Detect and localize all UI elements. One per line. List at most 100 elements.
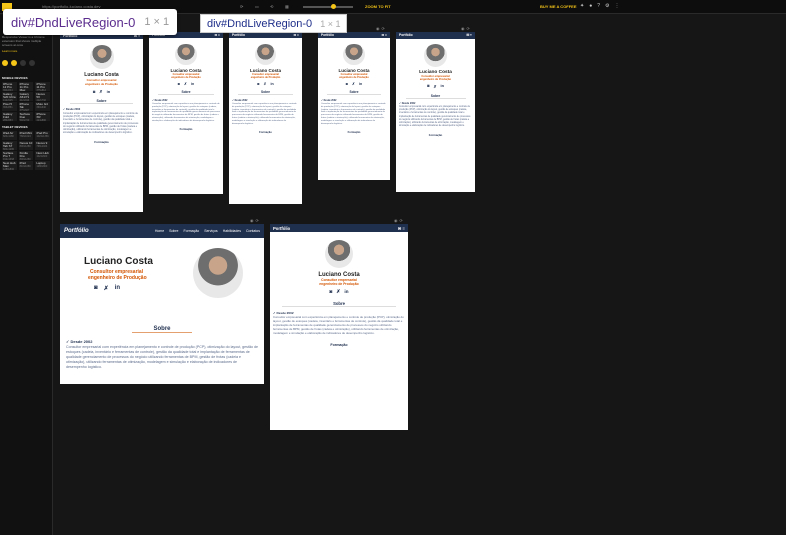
tablets-device-item[interactable]: Galaxy Tab S7 800x1280: [2, 141, 17, 150]
refresh-icon[interactable]: ⟳: [240, 4, 243, 9]
profile-role-2: engenheiro de Produção: [85, 82, 118, 86]
settings-icon[interactable]: [29, 60, 35, 66]
tablets-device-item[interactable]: iPad Pro 1024x1366: [35, 131, 50, 140]
screenshot-icon[interactable]: ◉: [376, 26, 380, 31]
nav-link[interactable]: Habilidades: [223, 229, 241, 233]
whatsapp-icon[interactable]: ◙: [93, 89, 95, 94]
tablets-device-item[interactable]: Nexus 10 800x1280: [18, 141, 34, 150]
github-icon[interactable]: ●: [589, 3, 592, 9]
devices-device-item[interactable]: Surface Duo 540x720: [18, 112, 34, 121]
menu-icon[interactable]: ✉ ≡: [294, 33, 299, 37]
nav-link[interactable]: Contatos: [246, 229, 260, 233]
rotate-icon[interactable]: ⟳: [467, 26, 470, 31]
site-logo[interactable]: Portfólio: [64, 228, 89, 234]
whatsapp-icon[interactable]: ◙: [346, 82, 348, 86]
x-icon[interactable]: ✗: [433, 84, 436, 89]
linkedin-icon[interactable]: in: [441, 84, 444, 89]
whatsapp-icon[interactable]: ◙: [94, 285, 98, 292]
device-frame[interactable]: Portfólio ✉ ≡ Luciano Costa Consultor empre…: [60, 32, 143, 212]
rotate-icon[interactable]: ⟳: [400, 218, 403, 223]
site-logo[interactable]: Portfólio: [232, 33, 245, 37]
linkedin-icon[interactable]: in: [191, 82, 194, 86]
tablets-device-item[interactable]: iPad Mini 768x1024: [18, 131, 34, 140]
settings-icon[interactable]: ⚙: [605, 3, 609, 9]
tablets-device-item[interactable]: Nest Hub Max 1280x800: [2, 161, 17, 170]
tablets-device-item[interactable]: iPad 810x1080: [18, 161, 34, 170]
rotate-icon[interactable]: ⟳: [382, 26, 385, 31]
linkedin-icon[interactable]: in: [107, 89, 111, 94]
nav-link[interactable]: Serviços: [204, 229, 217, 233]
site-logo[interactable]: Portfólio: [321, 33, 334, 37]
x-icon[interactable]: ✗: [263, 82, 266, 86]
element-inspector-tooltip: div#DndLiveRegion-0 1 × 1: [3, 9, 178, 35]
menu-icon[interactable]: ✉ ≡: [398, 226, 405, 231]
search-icon[interactable]: [20, 60, 26, 66]
menu-icon[interactable]: ✉ ≡: [215, 33, 220, 37]
menu-icon[interactable]: ✉ ≡: [466, 33, 472, 37]
devices-device-item[interactable]: Nexus 5X 412x732: [35, 92, 50, 101]
devices-device-item[interactable]: Galaxy A51/71 412x914: [18, 92, 34, 101]
x-icon[interactable]: ✗: [352, 82, 355, 86]
nav-link[interactable]: Home: [155, 229, 164, 233]
zoom-to-fit-button[interactable]: ZOOM TO FIT: [365, 4, 391, 9]
x-icon[interactable]: ✗: [336, 290, 340, 295]
tablets-device-item[interactable]: Nest Hub 1024x600: [35, 151, 50, 160]
pause-icon[interactable]: [2, 60, 8, 66]
devices-device-item[interactable]: Moto G4 360x640: [35, 102, 50, 111]
zoom-slider[interactable]: [303, 4, 353, 9]
profile-photo: [324, 239, 354, 269]
profile-photo: [343, 43, 365, 66]
device-frame[interactable]: Portfólio ✉ ≡ Luciano Costa Consultor empre…: [318, 32, 390, 180]
x-icon[interactable]: ✗: [104, 285, 109, 292]
devices-device-item[interactable]: iPhone 12 Pro 390x844: [2, 82, 17, 91]
site-logo[interactable]: Portfólio: [273, 226, 290, 231]
about-text: Consultor empresarial com experiência em…: [66, 345, 258, 369]
layout-icon[interactable]: ▦: [285, 4, 289, 9]
tablets-device-item[interactable]: Nexus 9 768x1024: [35, 141, 50, 150]
rotate-icon[interactable]: ⟳: [256, 218, 259, 223]
tablets-device-item[interactable]: Kindle Fire 800x1280: [18, 151, 34, 160]
profile-role-2: engenheiro de Produção: [319, 281, 359, 286]
devices-device-item[interactable]: iPhone XR 414x896: [35, 112, 50, 121]
devices-device-item[interactable]: Galaxy S20 Ultra 412x915: [2, 92, 17, 101]
profile-photo: [254, 43, 277, 66]
devices-device-item[interactable]: iPhone SE 375x667: [18, 102, 34, 111]
tablets-device-item[interactable]: Laptop 1280x800: [35, 161, 50, 170]
screenshot-icon[interactable]: ◉: [461, 26, 465, 31]
whatsapp-icon[interactable]: ◙: [427, 84, 429, 89]
help-icon[interactable]: ?: [597, 3, 600, 9]
devices-device-item[interactable]: iPhone 11 Pro Max414x896: [18, 82, 34, 91]
devices-device-item[interactable]: Pixel 5 393x851: [2, 102, 17, 111]
devices-device-item[interactable]: Galaxy Fold 280x653: [2, 112, 17, 121]
linkedin-icon[interactable]: in: [115, 285, 120, 292]
linkedin-icon[interactable]: in: [359, 82, 362, 86]
twitter-icon[interactable]: ✦: [580, 3, 584, 9]
device-frame[interactable]: Portfólio ✉ ≡ Luciano Costa Consultor empre…: [149, 32, 223, 194]
linkedin-icon[interactable]: in: [344, 290, 348, 295]
menu-icon[interactable]: ✉ ≡: [382, 33, 387, 37]
devices-device-item[interactable]: iPhone 11 Pro 375x812: [35, 82, 50, 91]
device-frame[interactable]: Portfólio ✉ ≡ Luciano Costa Consultor empre…: [229, 32, 302, 204]
screenshot-icon[interactable]: ◉: [394, 218, 398, 223]
x-icon[interactable]: ✗: [184, 82, 187, 86]
rotate-icon[interactable]: ⟲: [270, 4, 273, 9]
whatsapp-icon[interactable]: ◙: [257, 82, 259, 86]
buy-me-a-coffee-link[interactable]: BUY ME A COFFEE: [540, 4, 577, 9]
device-frame[interactable]: Portfólio ✉ ≡ Luciano Costa Consultor empre…: [396, 32, 475, 192]
screenshot-icon[interactable]: ▭: [255, 4, 259, 9]
more-icon[interactable]: ⋮: [615, 3, 620, 9]
add-device-icon[interactable]: [11, 60, 17, 66]
screenshot-icon[interactable]: ◉: [250, 218, 254, 223]
device-frame[interactable]: Portfólio Home Sobre Formação Serviços Habili…: [60, 224, 264, 384]
linkedin-icon[interactable]: in: [270, 82, 273, 86]
tablets-device-item[interactable]: Surface Pro 7 912x1368: [2, 151, 17, 160]
site-logo[interactable]: Portfólio: [399, 33, 413, 37]
whatsapp-icon[interactable]: ◙: [178, 82, 180, 86]
whatsapp-icon[interactable]: ◙: [329, 290, 332, 295]
device-frame[interactable]: Portfólio ✉ ≡ Luciano Costa Consultor empre…: [270, 224, 408, 430]
tablets-device-item[interactable]: iPad Air 820x1180: [2, 131, 17, 140]
nav-link[interactable]: Sobre: [169, 229, 178, 233]
x-icon[interactable]: ✗: [99, 89, 102, 94]
zoom-slider-thumb[interactable]: [331, 4, 336, 9]
nav-link[interactable]: Formação: [184, 229, 200, 233]
